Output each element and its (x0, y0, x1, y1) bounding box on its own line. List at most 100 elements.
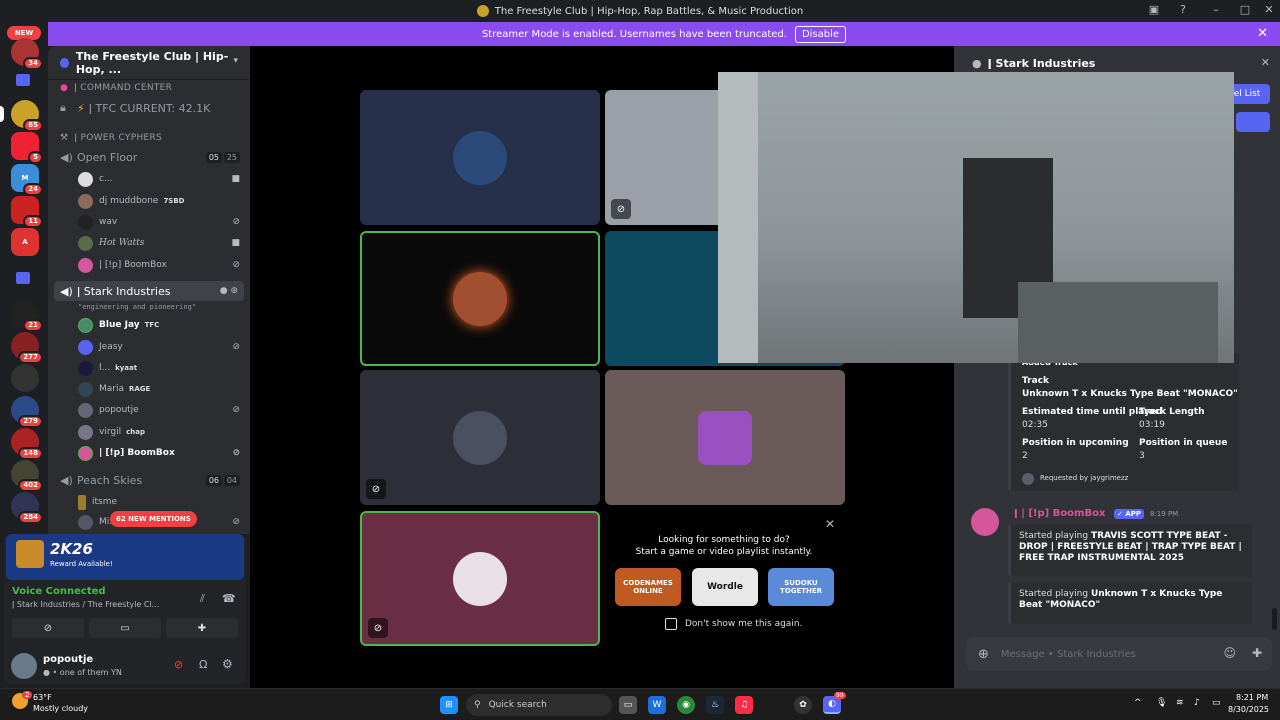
disable-button[interactable]: Disable (794, 25, 847, 43)
folder-icon[interactable] (16, 272, 30, 284)
gamepad-icon[interactable]: ✚ (1252, 646, 1262, 660)
category-command-center[interactable]: ● ǀ COMMAND CENTER (48, 78, 250, 98)
bot-name[interactable]: ǀ | [!p] BoomBox (1014, 508, 1105, 519)
close-icon[interactable]: ✕ (1257, 26, 1268, 41)
promo-subtitle: Reward Available! (50, 560, 113, 568)
voice-user[interactable]: dj muddbone 7SBD (48, 191, 250, 211)
server-icon[interactable]: A (11, 228, 39, 256)
bot-avatar[interactable] (971, 508, 999, 536)
join-button[interactable] (1236, 112, 1270, 132)
participant-tile[interactable] (360, 231, 600, 366)
game-codenames[interactable]: CODENAMES ONLINE (615, 568, 681, 606)
server-icon[interactable]: 5 (11, 132, 43, 164)
maximize-button[interactable]: □ (1235, 3, 1255, 16)
category-power-cyphers[interactable]: ⚒ ǀ POWER CYPHERS (48, 128, 250, 148)
game-sudoku[interactable]: SUDOKU TOGETHER (768, 568, 834, 606)
folder-icon[interactable] (16, 74, 30, 86)
mic-icon[interactable]: 🎙︎ (1156, 698, 1167, 708)
battery-icon[interactable]: ▭ (1212, 698, 1221, 708)
activity-button[interactable]: ✚ (166, 618, 238, 638)
server-icon[interactable]: 34 (11, 38, 43, 70)
game-promo[interactable]: 2K26 Reward Available! (6, 534, 244, 580)
server-icon[interactable]: 11 (11, 196, 43, 228)
voice-connected[interactable]: Voice Connected (12, 586, 106, 597)
chevron-up-icon[interactable]: ^ (1134, 698, 1142, 708)
app-icon[interactable]: W (648, 696, 666, 714)
music-icon[interactable]: ♫ (735, 696, 753, 714)
server-name: The Freestyle Club | Hip-Hop, ... (75, 49, 229, 76)
voice-user[interactable]: | [!p] BoomBox ⊘ (48, 255, 250, 275)
app-icon[interactable]: ✿ (794, 696, 812, 714)
screen-share-button[interactable]: ▭ (89, 618, 161, 638)
avatar[interactable] (11, 653, 37, 679)
volume-icon[interactable]: ♪ (1194, 698, 1200, 708)
chat-icon[interactable]: ● ⊕ (220, 286, 238, 296)
weather-text[interactable]: Mostly cloudy (33, 704, 88, 713)
close-icon[interactable]: ✕ (1261, 56, 1270, 69)
voice-user[interactable]: Blue Jay TFC (48, 315, 250, 335)
server-header[interactable]: The Freestyle Club | Hip-Hop, ... ▾ (48, 46, 250, 80)
steam-icon[interactable]: ♨ (706, 696, 724, 714)
server-icon[interactable]: 279 (11, 396, 43, 428)
close-icon[interactable]: ✕ (825, 517, 835, 531)
inbox-icon[interactable]: ▣ (1144, 3, 1164, 16)
disconnect-icon[interactable]: ☎ (222, 592, 236, 605)
new-mentions-pill[interactable]: 62 NEW MENTIONS (110, 511, 197, 527)
wifi-icon[interactable]: ≋ (1176, 698, 1184, 708)
temperature[interactable]: 63°F (33, 693, 52, 702)
add-attachment-icon[interactable]: ⊕ (978, 647, 989, 662)
noise-suppression-icon[interactable]: ⫽ (200, 592, 205, 606)
voice-user[interactable]: Hot Watts ■ (48, 233, 250, 253)
user-name[interactable]: popoutje (43, 654, 93, 665)
start-button[interactable]: ⊞ (440, 696, 458, 714)
voice-user[interactable]: wav ⊘ (48, 212, 250, 232)
server-icon[interactable]: 65 (11, 100, 43, 132)
taskbar-search[interactable]: ⚲ Quick search (466, 694, 612, 716)
server-icon[interactable]: 148 (11, 428, 43, 460)
popout-video-feed[interactable] (718, 72, 1234, 363)
video-toggle-button[interactable]: ⊘ (12, 618, 84, 638)
server-icon[interactable]: 277 (11, 332, 43, 364)
channel-peach-skies[interactable]: ◀) Peach Skies 06 04 (48, 470, 250, 490)
voice-user[interactable]: | [!p] BoomBox ⊘ (48, 443, 250, 463)
message-input[interactable]: ⊕ Message • Stark Industries ☺ ✚ (966, 637, 1272, 671)
mute-mic-icon[interactable]: ⊘ (174, 658, 183, 671)
voice-user[interactable]: c... ■ (48, 169, 250, 189)
participant-tile[interactable] (605, 370, 845, 505)
participant-tile[interactable]: ⊘ (360, 370, 600, 505)
voice-user[interactable]: virgil chap (48, 422, 250, 442)
voice-location[interactable]: ǀ Stark Industries / The Freestyle Cl... (12, 600, 159, 609)
participant-tile[interactable]: ⊘ (360, 511, 600, 646)
server-icon[interactable] (11, 364, 39, 392)
game-wordle[interactable]: Wordle (692, 568, 758, 606)
clock-date[interactable]: 8/30/2025 (1228, 705, 1269, 714)
emoji-icon[interactable]: ☺ (1223, 646, 1236, 660)
voice-user[interactable]: popoutje ⊘ (48, 400, 250, 420)
channel-tfc-current[interactable]: 🔒︎ ⚡ ǀ TFC CURRENT: 42.1K (48, 98, 250, 118)
server-icon[interactable]: 284 (11, 492, 43, 524)
task-view-icon[interactable]: ▭ (619, 696, 637, 714)
voice-user[interactable]: l... kyaat (48, 358, 250, 378)
window-title: The Freestyle Club | Hip-Hop, Rap Battle… (494, 5, 804, 17)
voice-user[interactable]: Jeasy ⊘ (48, 337, 250, 357)
chrome-icon[interactable]: ◉ (677, 696, 695, 714)
channel-open-floor[interactable]: ◀) Open Floor 05 25 (48, 147, 250, 167)
participant-tile[interactable] (360, 90, 600, 225)
server-icon[interactable]: 21 (11, 300, 43, 332)
server-icon[interactable]: M 24 (11, 164, 43, 196)
clock-time[interactable]: 8:21 PM (1236, 693, 1268, 702)
headphones-icon[interactable]: Ω (199, 658, 207, 671)
scrollbar[interactable] (1272, 608, 1277, 630)
muted-icon: ⊘ (232, 405, 240, 415)
speaker-icon: ◀) (60, 473, 73, 487)
help-icon[interactable]: ? (1173, 3, 1193, 16)
avatar (78, 193, 93, 209)
server-icon[interactable]: 402 (11, 460, 43, 492)
voice-user[interactable]: Maria RAGE (48, 379, 250, 399)
channel-status: "engineering and pioneering" (78, 303, 197, 311)
settings-gear-icon[interactable]: ⚙ (222, 657, 233, 671)
minimize-button[interactable]: – (1206, 3, 1226, 16)
voice-user[interactable]: itsme (48, 492, 250, 512)
dont-show-checkbox[interactable] (665, 618, 677, 630)
close-window-button[interactable]: ✕ (1259, 3, 1279, 16)
